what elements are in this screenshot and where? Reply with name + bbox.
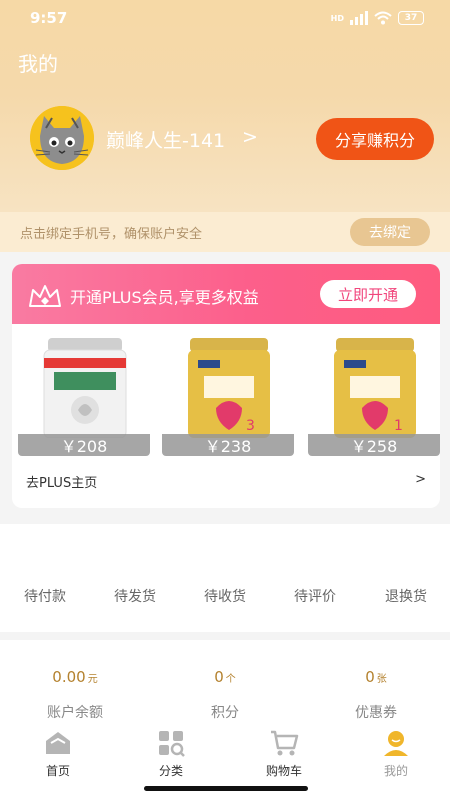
product-price: ￥208	[18, 434, 150, 456]
balance-label[interactable]: 账户余额	[15, 702, 135, 722]
balance-value[interactable]: 0.00 元	[15, 668, 135, 686]
order-tab-returns[interactable]: 退换货	[371, 586, 441, 606]
svg-text:1: 1	[394, 418, 403, 434]
formula-can-image: 3	[188, 338, 270, 438]
points-label[interactable]: 积分	[165, 702, 285, 722]
tab-profile-label: 我的	[383, 764, 408, 778]
points-value[interactable]: 0个	[165, 668, 285, 686]
product-item[interactable]: 1 ￥258	[308, 338, 440, 456]
points-amount: 0	[214, 668, 224, 686]
chevron-right-icon[interactable]: >	[415, 472, 426, 487]
bind-phone-message: 点击绑定手机号，确保账户安全	[20, 226, 203, 242]
coupons-value[interactable]: 0张	[316, 668, 436, 686]
plus-banner-text: 开通PLUS会员,享更多权益	[70, 288, 259, 307]
tab-home[interactable]: 首页	[18, 728, 98, 779]
share-earn-points-button[interactable]: 分享赚积分	[316, 118, 434, 160]
formula-can-image: 1	[334, 338, 416, 438]
tab-profile[interactable]: 我的	[356, 728, 436, 779]
cart-icon	[271, 730, 299, 756]
category-icon	[159, 731, 185, 757]
signal-icon	[350, 11, 368, 25]
profile-header: 9:57 HD 37 我的 巅峰人生-141 > 分享赚积分	[0, 0, 450, 212]
product-item[interactable]: ￥208	[18, 338, 150, 456]
product-price: ￥258	[308, 434, 440, 456]
bind-phone-button[interactable]: 去绑定	[350, 218, 430, 246]
order-tab-pending-receipt[interactable]: 待收货	[190, 586, 260, 606]
bind-phone-bar: 点击绑定手机号，确保账户安全 去绑定	[0, 212, 450, 252]
balance-amount: 0.00	[52, 668, 86, 686]
tab-category[interactable]: 分类	[131, 728, 211, 779]
page-title: 我的	[18, 52, 58, 76]
order-tab-pending-review[interactable]: 待评价	[280, 586, 350, 606]
order-status-section: 待付款 待发货 待收货 待评价 退换货	[0, 524, 450, 632]
home-icon	[46, 732, 70, 754]
order-tab-pending-shipment[interactable]: 待发货	[100, 586, 170, 606]
avatar[interactable]	[30, 106, 94, 170]
svg-text:3: 3	[246, 418, 255, 434]
battery-icon: 37	[398, 11, 424, 25]
tab-cart-label: 购物车	[265, 764, 302, 778]
order-tab-pending-payment[interactable]: 待付款	[10, 586, 80, 606]
coupons-unit: 张	[376, 674, 387, 685]
plus-banner[interactable]: 开通PLUS会员,享更多权益 立即开通	[12, 264, 440, 324]
username[interactable]: 巅峰人生-141	[106, 126, 225, 153]
chevron-right-icon[interactable]: >	[242, 126, 258, 148]
plus-membership-card: 开通PLUS会员,享更多权益 立即开通 ￥208 3 ￥238 1 ￥258 去…	[12, 264, 440, 508]
open-plus-button[interactable]: 立即开通	[320, 280, 416, 308]
crown-icon	[29, 285, 61, 307]
status-bar: 9:57 HD 37	[0, 0, 450, 36]
tab-category-label: 分类	[158, 764, 183, 778]
product-price: ￥238	[162, 434, 294, 456]
formula-can-image	[43, 338, 127, 438]
tab-home-label: 首页	[45, 764, 70, 778]
cat-avatar-icon	[30, 106, 94, 170]
status-time: 9:57	[30, 9, 68, 27]
coupons-amount: 0	[365, 668, 375, 686]
home-indicator[interactable]	[144, 786, 308, 791]
balance-unit: 元	[87, 674, 98, 685]
tab-cart[interactable]: 购物车	[244, 728, 324, 779]
coupons-label[interactable]: 优惠券	[316, 702, 436, 722]
product-item[interactable]: 3 ￥238	[162, 338, 294, 456]
profile-icon	[384, 731, 408, 756]
wifi-icon	[374, 11, 392, 25]
network-type: HD	[330, 13, 344, 23]
status-icons: HD 37	[331, 11, 424, 25]
plus-home-link[interactable]: 去PLUS主页	[26, 472, 97, 491]
points-unit: 个	[225, 674, 236, 685]
